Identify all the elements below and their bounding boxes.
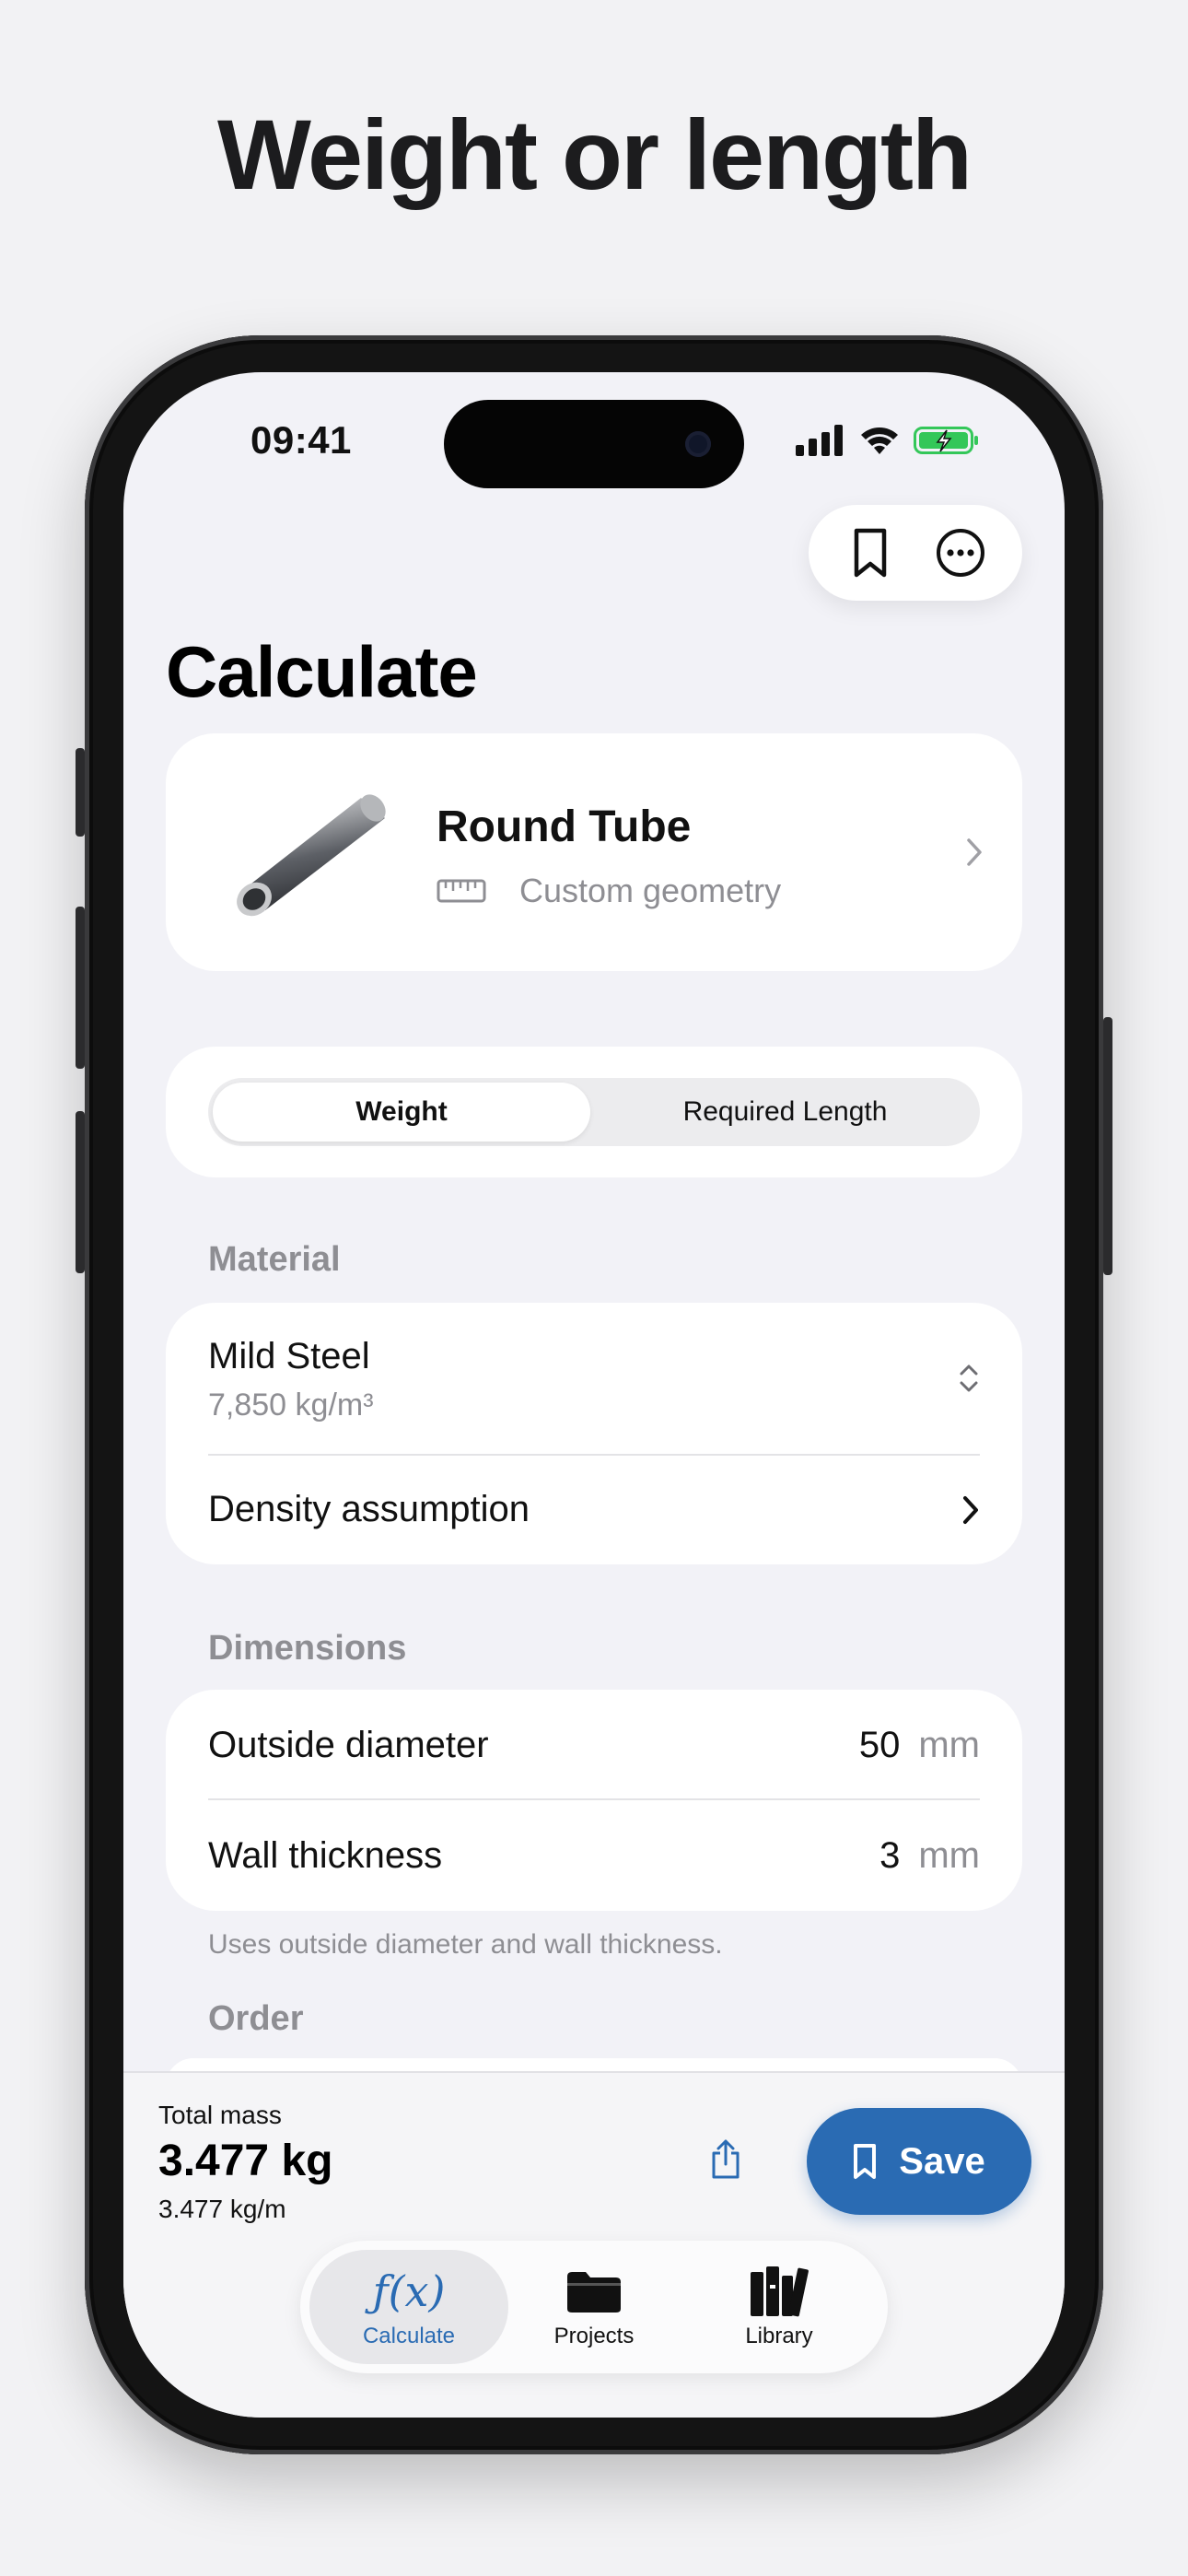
ellipsis-circle-icon <box>937 529 984 577</box>
bookmark-icon <box>854 2144 877 2179</box>
wall-thickness-row[interactable]: Wall thickness 3 mm <box>166 1800 1022 1911</box>
outside-diameter-value[interactable]: 50 mm <box>859 1725 980 1766</box>
shape-subtitle: Custom geometry <box>519 872 782 909</box>
side-button <box>1103 1017 1112 1275</box>
cellular-signal-icon <box>796 425 843 456</box>
wall-thickness-value[interactable]: 3 mm <box>879 1835 980 1877</box>
app-screen: 09:41 Calculate Round Tube Custom geomet… <box>123 372 1065 2418</box>
mass-per-length: 3.477 kg/m <box>158 2195 286 2223</box>
chevron-right-icon <box>967 838 982 866</box>
material-name: Mild Steel <box>208 1336 370 1376</box>
tab-library[interactable]: Library <box>680 2250 879 2364</box>
order-section-label: Order <box>208 1999 304 2038</box>
share-icon <box>712 2139 740 2179</box>
dimensions-hint: Uses outside diameter and wall thickness… <box>208 1929 723 1960</box>
save-button-label: Save <box>899 2140 985 2182</box>
mode-segmented-control: Weight Required Length <box>208 1078 980 1146</box>
outside-diameter-number[interactable]: 50 <box>859 1725 901 1766</box>
material-section-label: Material <box>208 1240 341 1279</box>
total-mass-label: Total mass <box>158 2101 282 2129</box>
tab-projects[interactable]: Projects <box>495 2250 693 2364</box>
outside-diameter-label: Outside diameter <box>208 1725 489 1765</box>
dynamic-island <box>444 400 744 488</box>
material-card: Mild Steel 7,850 kg/m³ Density assumptio… <box>166 1303 1022 1564</box>
tab-bar: ƒ(x) Calculate Projects Library <box>300 2241 888 2373</box>
action-button <box>76 748 85 837</box>
segment-required-length[interactable]: Required Length <box>595 1083 975 1142</box>
density-assumption-row[interactable]: Density assumption <box>166 1456 1022 1564</box>
dimensions-card: Outside diameter 50 mm Wall thickness 3 … <box>166 1690 1022 1911</box>
material-density: 7,850 kg/m³ <box>208 1388 374 1423</box>
more-options-button[interactable] <box>927 520 994 586</box>
floating-actions <box>809 505 1022 601</box>
tab-library-label: Library <box>745 2324 813 2348</box>
wall-thickness-label: Wall thickness <box>208 1835 443 1876</box>
page-title: Calculate <box>166 631 478 712</box>
volume-down-button <box>76 1111 85 1273</box>
bookmark-button[interactable] <box>837 520 903 586</box>
density-assumption-label: Density assumption <box>208 1489 530 1529</box>
segment-weight[interactable]: Weight <box>213 1083 590 1142</box>
chevron-up-down-icon <box>960 1364 978 1392</box>
outside-diameter-unit: mm <box>918 1725 980 1765</box>
battery-charging-icon <box>914 427 978 454</box>
marketing-headline: Weight or length <box>217 99 973 210</box>
function-icon: ƒ(x) <box>372 2266 446 2316</box>
wall-thickness-number[interactable]: 3 <box>879 1835 900 1877</box>
tab-calculate-label: Calculate <box>362 2324 456 2348</box>
total-mass-value: 3.477 kg <box>158 2137 333 2185</box>
shape-name: Round Tube <box>437 802 692 851</box>
mode-card: Weight Required Length <box>166 1047 1022 1177</box>
wall-thickness-unit: mm <box>918 1835 980 1876</box>
shape-selector-card[interactable]: Round Tube Custom geometry <box>166 733 1022 971</box>
volume-up-button <box>76 907 85 1069</box>
folder-icon <box>567 2272 621 2313</box>
outside-diameter-row[interactable]: Outside diameter 50 mm <box>166 1690 1022 1798</box>
chevron-right-icon <box>963 1496 978 1524</box>
tab-projects-label: Projects <box>553 2324 635 2348</box>
round-tube-image <box>237 794 386 917</box>
save-button[interactable]: Save <box>807 2108 1031 2215</box>
share-button[interactable] <box>693 2126 759 2193</box>
tab-calculate[interactable]: ƒ(x) Calculate <box>309 2250 508 2364</box>
books-icon <box>751 2266 809 2317</box>
bookmark-icon <box>854 528 887 578</box>
ruler-icon <box>437 879 486 903</box>
dimensions-section-label: Dimensions <box>208 1629 407 1668</box>
status-icons <box>796 422 980 459</box>
status-time: 09:41 <box>250 418 352 462</box>
wifi-icon <box>861 427 898 454</box>
shape-subtitle-row: Custom geometry <box>437 872 781 910</box>
material-picker[interactable]: Mild Steel 7,850 kg/m³ <box>166 1303 1022 1454</box>
